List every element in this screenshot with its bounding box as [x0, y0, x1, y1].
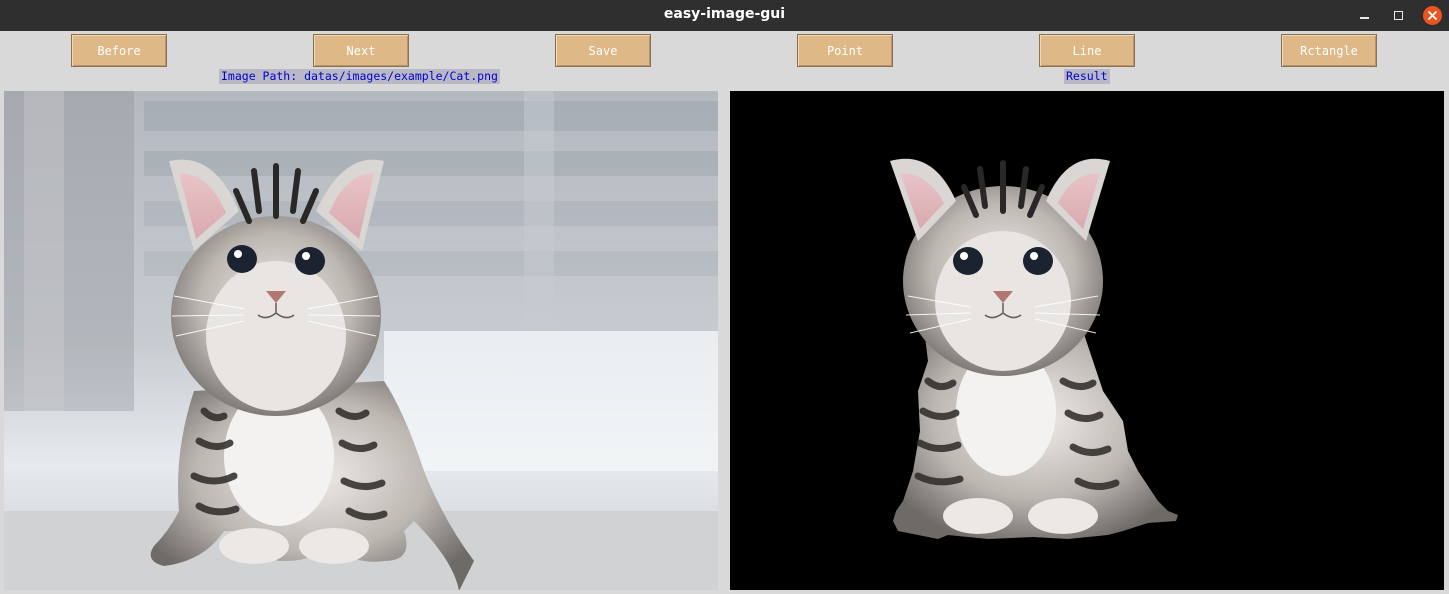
image-path-label: Image Path: datas/images/example/Cat.png [219, 69, 500, 84]
maximize-button[interactable] [1384, 0, 1412, 31]
maximize-icon [1393, 11, 1403, 20]
close-button[interactable] [1418, 0, 1446, 31]
next-button[interactable]: Next [313, 34, 409, 67]
minimize-icon [1359, 16, 1369, 19]
rectangle-button[interactable]: Rctangle [1281, 34, 1377, 67]
title-bar: easy-image-gui [0, 0, 1449, 31]
line-button[interactable]: Line [1039, 34, 1135, 67]
close-icon [1422, 6, 1442, 25]
source-image-pane[interactable] [4, 91, 718, 590]
source-image [4, 91, 718, 590]
result-image [730, 91, 1444, 590]
save-button[interactable]: Save [555, 34, 651, 67]
result-image-pane[interactable] [730, 91, 1444, 590]
minimize-button[interactable] [1350, 0, 1378, 31]
window-title: easy-image-gui [663, 6, 786, 22]
before-button[interactable]: Before [71, 34, 167, 67]
point-button[interactable]: Point [797, 34, 893, 67]
result-label: Result [1064, 69, 1110, 84]
